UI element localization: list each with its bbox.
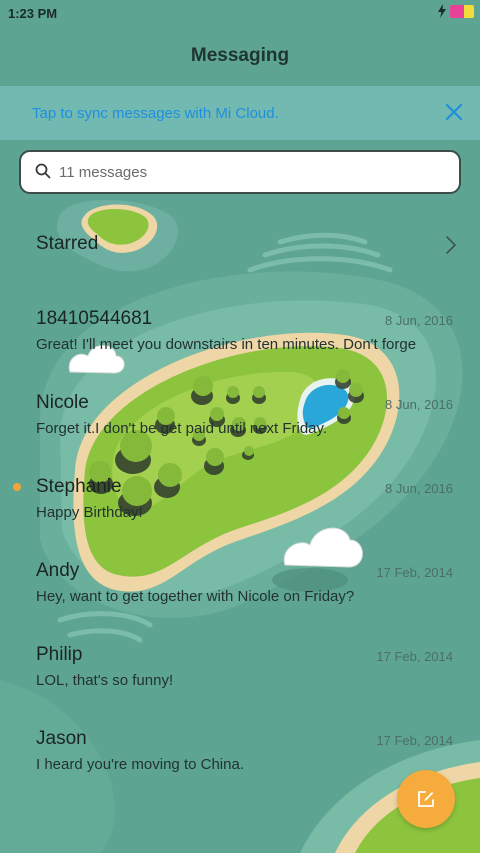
compose-button[interactable]: [397, 770, 455, 828]
conversation-date: 8 Jun, 2016: [385, 397, 453, 412]
status-icons: [437, 4, 474, 18]
compose-icon: [418, 791, 434, 807]
unread-indicator: [13, 483, 21, 491]
status-bar: 1:23 PM: [0, 0, 480, 28]
conversation-preview: LOL, that's so funny!: [36, 672, 174, 689]
conversation-preview: I heard you're moving to China.: [36, 756, 244, 773]
conversation-date: 17 Feb, 2014: [376, 733, 453, 748]
sync-banner[interactable]: Tap to sync messages with Mi Cloud.: [0, 86, 480, 140]
conversation-name: Jason: [36, 728, 87, 749]
search-icon: [35, 163, 51, 179]
page-title: Messaging: [190, 45, 290, 66]
conversation-preview: Forget it.I don't be get paid until next…: [36, 420, 328, 437]
conversation-preview: Great! I'll meet you downstairs in ten m…: [36, 336, 417, 353]
conversation-preview: Happy Birthday!: [36, 504, 143, 521]
conversation-item[interactable]: 18410544681 8 Jun, 2016 Great! I'll meet…: [0, 300, 480, 380]
conversation-name: Philip: [36, 644, 83, 665]
conversation-date: 17 Feb, 2014: [376, 649, 453, 664]
conversation-item[interactable]: Stephanie 8 Jun, 2016 Happy Birthday!: [0, 468, 480, 548]
conversation-name: 18410544681: [36, 308, 153, 329]
conversation-item[interactable]: Nicole 8 Jun, 2016 Forget it.I don't be …: [0, 384, 480, 464]
search-box[interactable]: [19, 150, 461, 194]
conversation-item[interactable]: Andy 17 Feb, 2014 Hey, want to get toget…: [0, 552, 480, 632]
conversation-date: 8 Jun, 2016: [385, 481, 453, 496]
starred-label: Starred: [36, 233, 99, 254]
conversation-name: Stephanie: [36, 476, 122, 497]
conversation-name: Andy: [36, 560, 80, 581]
sync-banner-text[interactable]: Tap to sync messages with Mi Cloud.: [32, 105, 279, 122]
conversation-preview: Hey, want to get together with Nicole on…: [36, 588, 355, 605]
conversation-item[interactable]: Philip 17 Feb, 2014 LOL, that's so funny…: [0, 636, 480, 716]
close-icon[interactable]: [442, 100, 466, 124]
battery-icon: [450, 4, 474, 18]
status-time: 1:23 PM: [8, 6, 58, 21]
starred-row[interactable]: Starred: [0, 220, 480, 270]
conversation-name: Nicole: [36, 392, 89, 413]
charging-bolt-icon: [438, 4, 446, 18]
conversation-date: 8 Jun, 2016: [385, 313, 453, 328]
conversation-date: 17 Feb, 2014: [376, 565, 453, 580]
search-input[interactable]: [59, 160, 439, 184]
chevron-right-icon: [446, 236, 456, 254]
